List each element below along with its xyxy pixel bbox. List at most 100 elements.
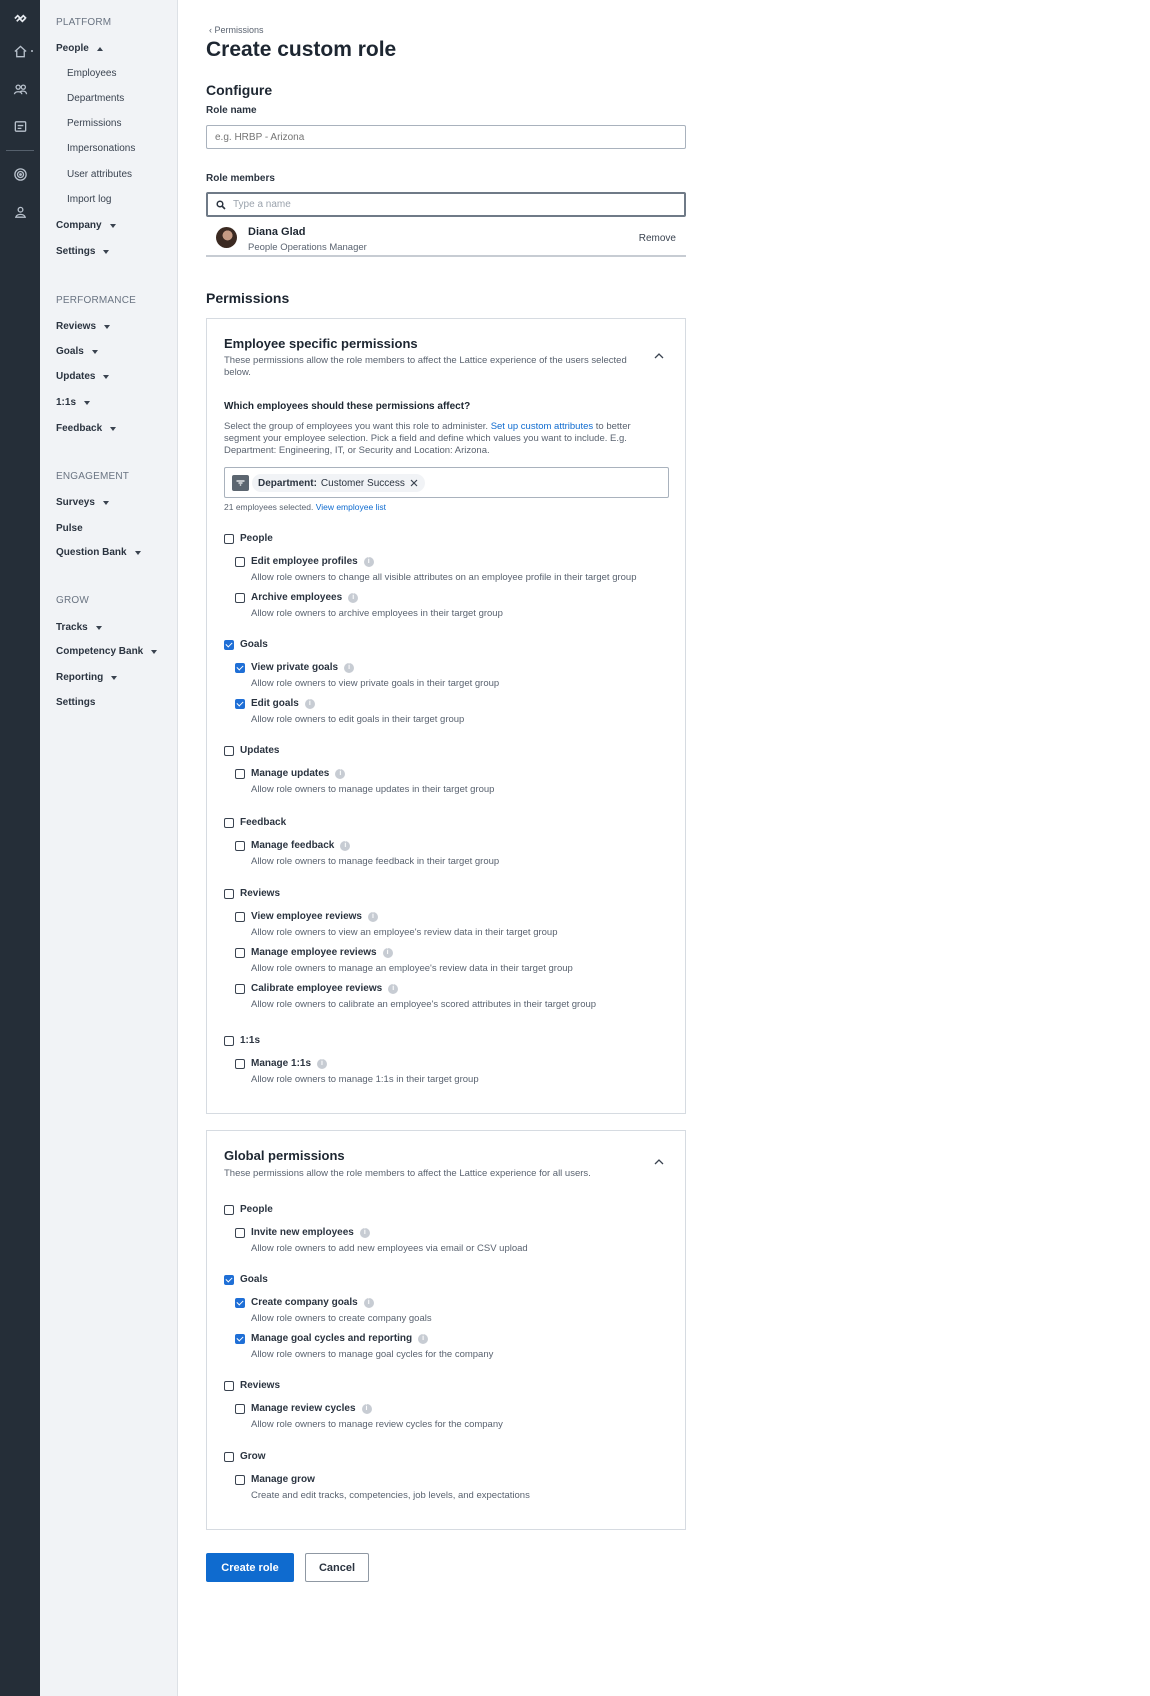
close-icon[interactable] xyxy=(410,479,418,487)
employee-perm-checkbox-edit-employee-profiles[interactable] xyxy=(235,557,245,567)
sidebar-item-permissions[interactable]: Permissions xyxy=(67,118,121,129)
employee-perm-checkbox-view-employee-reviews[interactable] xyxy=(235,912,245,922)
filter-icon[interactable] xyxy=(232,475,249,491)
chevron-up-icon[interactable] xyxy=(654,352,664,359)
info-icon[interactable]: i xyxy=(317,1058,328,1069)
sidebar-item-settings[interactable]: Settings xyxy=(56,246,110,257)
filter-chip[interactable]: Department: Customer Success xyxy=(252,474,425,492)
employee-perm-checkbox-archive-employees[interactable] xyxy=(235,593,245,603)
global-perm-checkbox-manage-grow[interactable] xyxy=(235,1475,245,1485)
sidebar-item-label: People xyxy=(56,43,89,54)
custom-attributes-link[interactable]: Set up custom attributes xyxy=(491,421,593,432)
employee-perm-checkbox-manage-employee-reviews[interactable] xyxy=(235,948,245,958)
help-text: Select the group of employees you want t… xyxy=(224,421,489,432)
sidebar-item-goals[interactable]: Goals xyxy=(56,346,98,357)
permission-description: Allow role owners to add new employees v… xyxy=(251,1243,528,1254)
info-icon[interactable]: i xyxy=(361,1403,372,1414)
sidebar-item-reporting[interactable]: Reporting xyxy=(56,672,118,683)
nav-section-grow: GROW xyxy=(56,595,90,606)
sidebar-item-label: Company xyxy=(56,220,102,231)
global-group-checkbox-people[interactable] xyxy=(224,1205,234,1215)
grow-icon[interactable] xyxy=(10,202,30,222)
target-icon[interactable] xyxy=(10,164,30,184)
help-line2: segment your employee selection. Pick a … xyxy=(224,433,627,444)
sidebar-item-updates[interactable]: Updates xyxy=(56,371,110,382)
info-icon[interactable]: i xyxy=(335,768,346,779)
cancel-button[interactable]: Cancel xyxy=(305,1553,369,1582)
global-perm-checkbox-manage-review-cycles[interactable] xyxy=(235,1404,245,1414)
global-group-checkbox-grow[interactable] xyxy=(224,1452,234,1462)
sidebar-item-import-log[interactable]: Import log xyxy=(67,194,111,205)
employee-group-checkbox-people[interactable] xyxy=(224,534,234,544)
employee-group-checkbox-feedback[interactable] xyxy=(224,818,234,828)
employee-perm-checkbox-calibrate-employee-reviews[interactable] xyxy=(235,984,245,994)
help-text: to better xyxy=(595,421,631,432)
info-icon[interactable]: i xyxy=(368,911,378,922)
home-icon[interactable] xyxy=(10,41,30,61)
employee-filter-input[interactable]: Department: Customer Success xyxy=(224,467,669,498)
sidebar-item-one-on-ones[interactable]: 1:1s xyxy=(56,397,91,408)
lattice-logo-icon[interactable] xyxy=(10,8,30,28)
document-icon[interactable] xyxy=(10,116,30,136)
employee-perm-checkbox-view-private-goals[interactable] xyxy=(235,663,245,673)
view-employee-list-link[interactable]: View employee list xyxy=(316,502,386,512)
group-label: 1:1s xyxy=(240,1035,261,1046)
info-icon[interactable]: i xyxy=(418,1333,429,1344)
sidebar-item-company[interactable]: Company xyxy=(56,220,116,231)
global-perm-checkbox-invite-new-employees[interactable] xyxy=(235,1228,245,1238)
employee-group-checkbox-updates[interactable] xyxy=(224,746,234,756)
remove-member-button[interactable]: Remove xyxy=(639,233,676,244)
create-role-button[interactable]: Create role xyxy=(206,1553,294,1582)
chevron-up-icon[interactable] xyxy=(654,1158,664,1165)
sidebar-item-reviews[interactable]: Reviews xyxy=(56,321,111,332)
sidebar-item-competency-bank[interactable]: Competency Bank xyxy=(56,646,158,657)
role-name-input[interactable] xyxy=(206,125,686,149)
info-icon[interactable]: i xyxy=(388,983,399,994)
employee-perm-checkbox-edit-goals[interactable] xyxy=(235,699,245,709)
global-perm-checkbox-create-company-goals[interactable] xyxy=(235,1298,245,1308)
sidebar-item-grow-settings[interactable]: Settings xyxy=(56,697,95,708)
employee-group-checkbox-1-1s[interactable] xyxy=(224,1036,234,1046)
info-icon[interactable]: i xyxy=(363,1297,374,1308)
employee-perm-checkbox-manage-1-1s[interactable] xyxy=(235,1059,245,1069)
info-icon[interactable]: i xyxy=(382,947,393,958)
info-icon[interactable]: i xyxy=(340,840,351,851)
role-members-label: Role members xyxy=(206,173,275,184)
sidebar-item-feedback[interactable]: Feedback xyxy=(56,423,117,434)
global-perm-checkbox-manage-goal-cycles-and-reporting[interactable] xyxy=(235,1334,245,1344)
permission-description: Allow role owners to create company goal… xyxy=(251,1313,432,1324)
sidebar-item-departments[interactable]: Departments xyxy=(67,93,124,104)
sidebar-item-employees[interactable]: Employees xyxy=(67,68,116,79)
card-title: Employee specific permissions xyxy=(224,336,418,351)
card-title: Global permissions xyxy=(224,1148,345,1163)
global-group-checkbox-goals[interactable] xyxy=(224,1275,234,1285)
group-label: Grow xyxy=(240,1451,266,1462)
permission-description: Allow role owners to manage an employee'… xyxy=(251,963,573,974)
info-icon[interactable]: i xyxy=(359,1227,370,1238)
people-icon[interactable] xyxy=(10,79,30,99)
sidebar-item-pulse[interactable]: Pulse xyxy=(56,523,83,534)
global-group-checkbox-reviews[interactable] xyxy=(224,1381,234,1391)
info-icon[interactable]: i xyxy=(304,698,315,709)
info-icon[interactable]: i xyxy=(344,662,355,673)
member-search-input[interactable]: Type a name xyxy=(206,192,686,217)
sidebar-item-label: Settings xyxy=(56,246,96,257)
info-icon[interactable]: i xyxy=(348,592,359,603)
sidebar-item-question-bank[interactable]: Question Bank xyxy=(56,547,141,558)
employee-group-checkbox-goals[interactable] xyxy=(224,640,234,650)
employee-group-checkbox-reviews[interactable] xyxy=(224,889,234,899)
sidebar-item-user-attributes[interactable]: User attributes xyxy=(67,169,132,180)
sidebar-item-surveys[interactable]: Surveys xyxy=(56,497,109,508)
employee-perm-checkbox-manage-feedback[interactable] xyxy=(235,841,245,851)
sidebar-item-label: Settings xyxy=(56,697,96,708)
filter-chip-value: Customer Success xyxy=(320,477,405,489)
active-indicator xyxy=(31,50,33,52)
sidebar-item-impersonations[interactable]: Impersonations xyxy=(67,143,135,154)
employee-perm-checkbox-manage-updates[interactable] xyxy=(235,769,245,779)
info-icon[interactable]: i xyxy=(363,556,374,567)
permission-description: Allow role owners to manage updates in t… xyxy=(251,784,495,795)
permission-label: Archive employees xyxy=(251,592,343,603)
sidebar-item-tracks[interactable]: Tracks xyxy=(56,622,102,633)
breadcrumb[interactable]: ‹ Permissions xyxy=(209,25,264,35)
sidebar-item-people[interactable]: People xyxy=(56,43,103,54)
